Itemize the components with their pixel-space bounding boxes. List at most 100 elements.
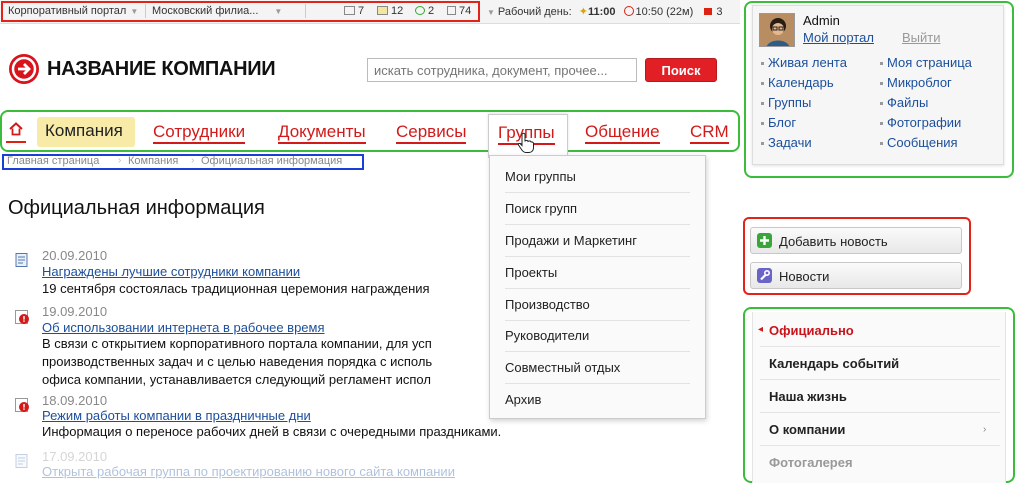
menu-divider	[505, 256, 690, 257]
nav-tab-services[interactable]: Сервисы	[396, 121, 467, 144]
docs-count: 74	[459, 5, 472, 17]
document-icon	[447, 6, 456, 15]
events-counter[interactable]: 2	[415, 5, 434, 17]
my-portal-link[interactable]: Мой портал	[803, 30, 874, 45]
bullet-icon	[761, 122, 764, 125]
news-button[interactable]: Новости	[750, 262, 962, 289]
hand-cursor-icon	[517, 132, 534, 153]
events-icon	[415, 6, 425, 15]
nav-tab-crm[interactable]: CRM	[690, 121, 729, 144]
menu-item-sales-marketing[interactable]: Продажи и Маркетинг	[505, 233, 637, 248]
toolbar-divider	[145, 4, 146, 18]
breadcrumb-home[interactable]: Главная страница	[7, 155, 99, 167]
workday-start-time: 11:00	[587, 6, 616, 18]
branch-selector-label: Московский филиа...	[152, 5, 259, 17]
user-link-my-page[interactable]: Моя страница	[887, 55, 972, 70]
user-link-feed[interactable]: Живая лента	[768, 55, 847, 70]
wrench-icon	[757, 268, 772, 283]
toolbar-divider	[305, 4, 306, 18]
news-text: В связи с открытием корпоративного порта…	[42, 336, 432, 351]
bullet-icon	[880, 142, 883, 145]
chevron-down-icon: ▼	[130, 7, 139, 16]
user-name: Admin	[803, 13, 840, 28]
company-logo-icon[interactable]	[9, 54, 39, 84]
side-item-official[interactable]: Официально	[769, 323, 854, 338]
chevron-right-icon: ›	[983, 424, 987, 435]
add-news-button[interactable]: Добавить новость	[750, 227, 962, 254]
menu-divider	[505, 351, 690, 352]
user-link-files[interactable]: Файлы	[887, 95, 928, 110]
bullet-icon	[880, 122, 883, 125]
menu-item-archive[interactable]: Архив	[505, 392, 541, 407]
side-item-about-company[interactable]: О компании	[769, 422, 845, 437]
user-link-photos[interactable]: Фотографии	[887, 115, 961, 130]
breadcrumb-current: Официальная информация	[201, 155, 343, 167]
search-input[interactable]	[367, 58, 637, 82]
bullet-icon	[761, 62, 764, 65]
side-item-photo-gallery[interactable]: Фотогалерея	[769, 455, 853, 470]
portal-selector[interactable]: Корпоративный портал ▼	[8, 5, 138, 17]
menu-item-projects[interactable]: Проекты	[505, 265, 557, 280]
tasks-counter[interactable]: 12	[377, 5, 403, 17]
side-item-our-life[interactable]: Наша жизнь	[769, 389, 847, 404]
user-link-blog[interactable]: Блог	[768, 115, 796, 130]
news-label: Новости	[779, 269, 830, 284]
avatar[interactable]	[759, 13, 795, 47]
news-title-link[interactable]: Об использовании интернета в рабочее вре…	[42, 320, 325, 335]
tasks-count: 12	[391, 5, 404, 17]
bullet-icon	[761, 142, 764, 145]
news-title-link[interactable]: Награждены лучшие сотрудники компании	[42, 264, 300, 279]
bullet-icon	[880, 82, 883, 85]
news-item-icon	[15, 454, 28, 468]
user-link-groups[interactable]: Группы	[768, 95, 811, 110]
mail-count: 7	[358, 5, 365, 17]
menu-item-managers[interactable]: Руководители	[505, 328, 589, 343]
workday-duration: (22м)	[666, 6, 694, 18]
breadcrumb-separator: ›	[191, 155, 195, 166]
page-title: Официальная информация	[8, 197, 265, 219]
news-text: 19 сентября состоялась традиционная цере…	[42, 281, 430, 296]
user-link-messages[interactable]: Сообщения	[887, 135, 958, 150]
company-name[interactable]: НАЗВАНИЕ КОМПАНИИ	[47, 58, 276, 81]
menu-item-production[interactable]: Производство	[505, 297, 590, 312]
nav-tab-documents[interactable]: Документы	[278, 121, 366, 144]
news-text: производственных задач и с целью наведен…	[42, 354, 433, 369]
menu-item-search-groups[interactable]: Поиск групп	[505, 201, 577, 216]
workday-status[interactable]: ▼ Рабочий день: ✦11:00 10:50 (22м) 3	[487, 5, 722, 18]
active-arrow-icon: ◂	[758, 324, 764, 335]
bullet-icon	[761, 82, 764, 85]
branch-selector[interactable]: Московский филиа... ▼	[152, 5, 282, 17]
menu-item-my-groups[interactable]: Мои группы	[505, 169, 576, 184]
flag-icon	[704, 8, 713, 15]
logout-link[interactable]: Выйти	[902, 30, 941, 45]
home-icon[interactable]	[9, 122, 23, 136]
nav-tab-company[interactable]: Компания	[37, 117, 135, 147]
home-underline	[6, 141, 26, 143]
clock-start-icon: ✦	[578, 6, 588, 18]
mail-counter[interactable]: 7	[344, 5, 364, 17]
breadcrumb-company[interactable]: Компания	[128, 155, 178, 167]
bullet-icon	[761, 102, 764, 105]
nav-tab-label: Компания	[45, 121, 123, 140]
user-link-calendar[interactable]: Календарь	[768, 75, 834, 90]
mail-icon	[344, 6, 355, 15]
news-date: 18.09.2010	[42, 393, 108, 408]
plus-icon	[757, 233, 772, 248]
news-text: офиса компании, устанавливается следующи…	[42, 372, 431, 387]
user-link-tasks[interactable]: Задачи	[768, 135, 812, 150]
menu-item-leisure[interactable]: Совместный отдых	[505, 360, 620, 375]
menu-divider	[760, 379, 1000, 380]
nav-tab-communication[interactable]: Общение	[585, 121, 660, 144]
news-title-link[interactable]: Открыта рабочая группа по проектированию…	[42, 464, 455, 479]
search-button[interactable]: Поиск	[645, 58, 717, 82]
flag-count: 3	[716, 6, 723, 18]
side-item-events-calendar[interactable]: Календарь событий	[769, 356, 899, 371]
important-news-icon	[15, 310, 29, 324]
news-item-icon	[15, 253, 28, 267]
news-title-link[interactable]: Режим работы компании в праздничные дни	[42, 408, 311, 423]
user-link-microblog[interactable]: Микроблог	[887, 75, 952, 90]
nav-tab-employees[interactable]: Сотрудники	[153, 121, 246, 144]
breadcrumb-separator: ›	[118, 155, 122, 166]
docs-counter[interactable]: 74	[447, 5, 471, 17]
news-date: 19.09.2010	[42, 304, 108, 319]
